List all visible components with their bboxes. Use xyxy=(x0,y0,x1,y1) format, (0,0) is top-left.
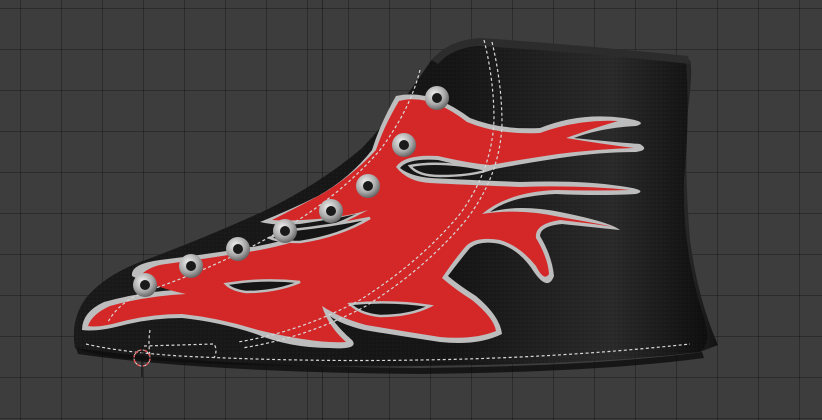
3d-viewport[interactable] xyxy=(0,0,822,420)
eyelet xyxy=(425,86,449,110)
eyelet xyxy=(273,219,297,243)
shoe-model[interactable] xyxy=(0,0,822,420)
eyelet xyxy=(356,174,380,198)
eyelet xyxy=(179,254,203,278)
eyelet xyxy=(392,133,416,157)
eyelet xyxy=(319,199,343,223)
3d-cursor-icon[interactable] xyxy=(131,347,153,377)
eyelet xyxy=(133,273,157,297)
eyelet xyxy=(226,237,250,261)
